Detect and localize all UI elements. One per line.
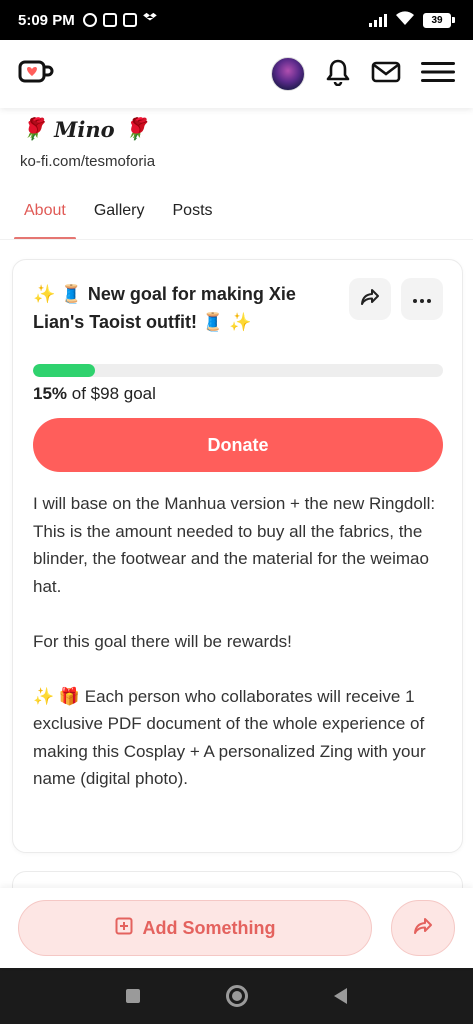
wifi-icon [395,10,415,30]
profile-name: 🌹 Mino 🌹 [20,116,149,142]
share-icon [360,288,380,311]
bell-icon[interactable] [325,58,351,91]
rose-emoji: 🌹 [122,116,149,141]
tab-about[interactable]: About [14,192,76,240]
battery-level: 39 [423,12,451,28]
signal-icon [369,13,387,27]
description-paragraph: ✨ 🎁 Each person who collaborates will re… [33,686,426,789]
more-icon [413,290,431,308]
mail-icon[interactable] [371,60,401,89]
system-nav-bar [0,968,473,1024]
more-options-button[interactable] [401,278,443,320]
goal-progress-bar [33,364,443,377]
plus-square-icon [115,917,133,940]
goal-amount: of $98 goal [67,384,156,403]
back-button[interactable] [334,988,347,1004]
kofi-cup-icon[interactable] [18,59,54,90]
profile-url[interactable]: ko-fi.com/tesmoforia [20,153,155,170]
profile-tabs: About Gallery Posts [14,192,231,240]
dropbox-icon [142,11,157,29]
avatar[interactable] [271,57,305,91]
description-paragraph: For this goal there will be rewards! [33,631,292,651]
rose-emoji: 🌹 [20,116,47,141]
profile-name-text: Mino [54,116,115,142]
app-header [0,40,473,108]
menu-icon[interactable] [421,61,455,88]
goal-card: ✨ 🧵 New goal for making Xie Lian's Taois… [12,259,463,853]
instagram-icon [102,13,117,27]
goal-description: I will base on the Manhua version + the … [33,490,448,793]
bottom-action-bar: Add Something [0,888,473,968]
goal-progress-text: 15% of $98 goal [33,384,156,404]
home-button[interactable] [226,985,248,1007]
battery-icon: 39 [423,12,455,28]
add-something-button[interactable]: Add Something [18,900,372,956]
goal-percent: 15% [33,384,68,403]
tab-posts[interactable]: Posts [163,192,223,240]
add-something-label: Add Something [142,917,276,938]
share-button[interactable] [349,278,391,320]
status-notification-icons [82,11,157,29]
tabs-divider [0,239,473,240]
goal-title: ✨ 🧵 New goal for making Xie Lian's Taois… [33,284,296,332]
share-profile-button[interactable] [391,900,455,956]
tab-gallery[interactable]: Gallery [84,192,155,240]
status-time: 5:09 PM [18,11,75,29]
goal-progress-fill [33,364,95,377]
status-bar: 5:09 PM 39 [0,0,473,40]
share-icon [413,917,433,940]
donate-button[interactable]: Donate [33,418,443,472]
alarm-icon [82,13,97,27]
description-paragraph: I will base on the Manhua version + the … [33,494,436,596]
app-notification-icon [122,13,137,27]
recents-button[interactable] [126,989,140,1003]
